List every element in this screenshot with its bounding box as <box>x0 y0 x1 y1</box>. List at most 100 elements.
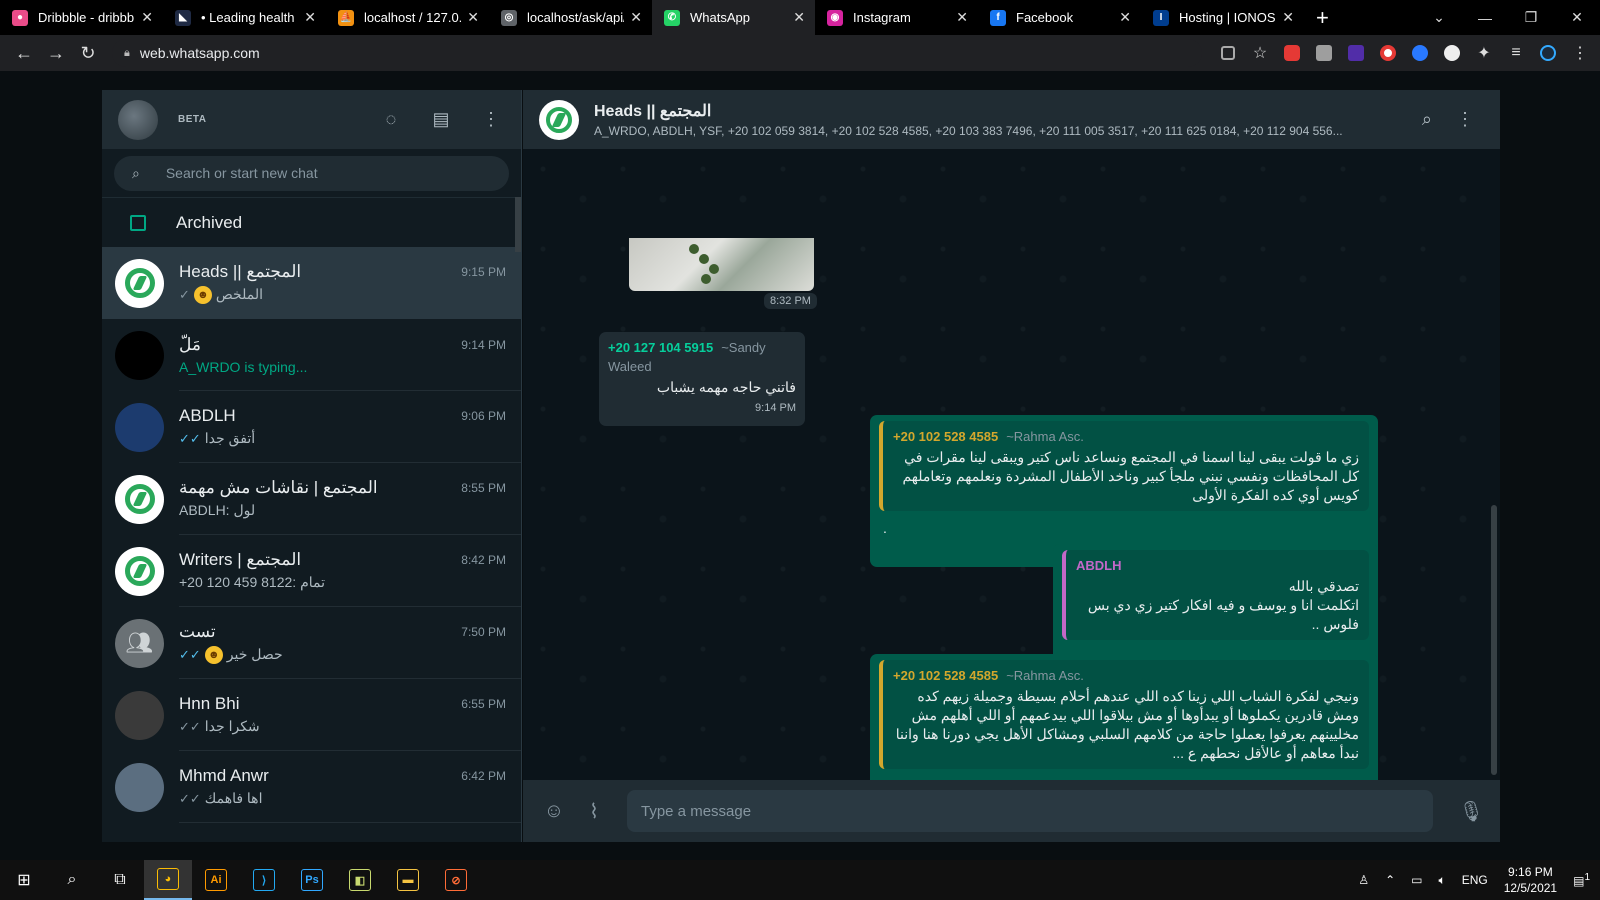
share-icon[interactable] <box>1212 46 1244 60</box>
network-icon[interactable]: ▭ <box>1411 873 1422 887</box>
tab-close-icon[interactable]: ✕ <box>141 9 153 26</box>
menu-dots-icon[interactable]: ⋮ <box>477 106 505 134</box>
chat-time: 9:14 PM <box>461 337 506 352</box>
tab-close-icon[interactable]: ✕ <box>793 9 805 26</box>
taskbar-app-photoshop[interactable]: Ps <box>288 860 336 900</box>
chat-list-item[interactable]: Hnn Bhi 6:55 PM ✓✓ شكرا جدا <box>102 679 521 751</box>
chat-list-item[interactable]: المجتمع | نقاشات مش مهمة 8:55 PM ABDLH: … <box>102 463 521 535</box>
window-controls: ⌄ — ❐ ✕ <box>1416 0 1600 35</box>
omnibox[interactable]: 🔒︎ web.whatsapp.com <box>112 39 1202 67</box>
new-chat-icon[interactable]: ▤ <box>427 106 455 134</box>
close-window-button[interactable]: ✕ <box>1554 9 1600 26</box>
language-indicator[interactable]: ENG <box>1462 873 1488 887</box>
messages-scrollbar[interactable] <box>1491 505 1497 775</box>
people-icon[interactable]: ♙ <box>1358 873 1369 887</box>
tab-close-icon[interactable]: ✕ <box>304 9 316 26</box>
profile-avatar[interactable] <box>118 99 158 140</box>
minimize-button[interactable]: — <box>1462 10 1508 26</box>
message-input[interactable] <box>627 790 1433 832</box>
reading-list-icon[interactable]: ≡ <box>1500 44 1532 62</box>
browser-tab[interactable]: ◉ Instagram ✕ <box>815 0 978 35</box>
group-avatar[interactable] <box>539 99 579 140</box>
chat-list-item[interactable]: 👥︎ تست 7:50 PM ✓✓ ☻ حصل خير <box>102 607 521 679</box>
taskbar-app-chrome[interactable]: ◕ <box>144 860 192 900</box>
tab-title: localhost/ask/api/c <box>527 10 625 25</box>
quoted-message[interactable]: ABDLH تصدقي بالله اتكلمت انا و يوسف و فيه… <box>1062 550 1369 640</box>
new-tab-button[interactable]: + <box>1304 5 1341 31</box>
emoji-icon[interactable]: ☺ <box>539 800 569 823</box>
taskbar-app-illustrator[interactable]: Ai <box>192 860 240 900</box>
message-bubble[interactable]: +20 127 104 5915 ~Sandy Waleed فاتني حاجه … <box>599 332 805 426</box>
forward-icon[interactable]: → <box>40 43 72 64</box>
notifications-icon[interactable]: ▤1 <box>1573 872 1590 888</box>
chat-time: 6:42 PM <box>461 769 506 783</box>
tab-close-icon[interactable]: ✕ <box>1119 9 1131 26</box>
white-extension-icon[interactable] <box>1436 45 1468 61</box>
attach-icon[interactable]: ⌇ <box>579 799 609 824</box>
chat-name: تست <box>179 621 216 641</box>
tab-close-icon[interactable]: ✕ <box>1282 9 1294 26</box>
tab-title: • Leading health pr <box>201 10 298 25</box>
chat-list-item[interactable]: Writers | المجتمع 8:42 PM +20 120 459 81… <box>102 535 521 607</box>
image-message[interactable] <box>629 238 814 291</box>
tab-favicon-icon: ◎ <box>501 9 517 26</box>
volume-icon[interactable]: 🔈︎ <box>1438 873 1445 888</box>
puzzle-icon[interactable]: ✦ <box>1468 43 1500 63</box>
conversation-menu-icon[interactable]: ⋮ <box>1456 109 1474 130</box>
taskbar-app-explorer[interactable]: ▬ <box>384 860 432 900</box>
taskbar-app-vscode[interactable]: ⟩ <box>240 860 288 900</box>
chat-list-item[interactable]: Heads || المجتمع 9:15 PM ✓ ☻ الملخص <box>102 247 521 319</box>
camera-extension-icon[interactable] <box>1308 45 1340 61</box>
start-button[interactable]: ⊞ <box>0 860 48 900</box>
tab-search-icon[interactable]: ⌄ <box>1416 9 1462 26</box>
browser-tab[interactable]: ● Dribbble - dribbble ✕ <box>0 0 163 35</box>
message-sender[interactable]: +20 102 528 4585 ~Rahma Asc. <box>893 666 1359 685</box>
archived-row[interactable]: Archived <box>102 198 521 247</box>
tray-chevron-icon[interactable]: ⌃ <box>1385 873 1395 887</box>
message-sender[interactable]: ABDLH <box>1076 556 1359 575</box>
chrome-menu-icon[interactable]: ⋮ <box>1564 43 1596 63</box>
browser-tab[interactable]: ✆ WhatsApp ✕ <box>652 0 815 35</box>
chat-last-message: ✓✓ أتفق جدا <box>179 430 506 447</box>
search-icon[interactable]: ⌕ <box>132 165 140 182</box>
chat-list-item[interactable]: مَلّ 9:14 PM A_WRDO is typing... <box>102 319 521 391</box>
chat-info: Writers | المجتمع 8:42 PM +20 120 459 81… <box>179 535 521 607</box>
chat-list-item[interactable]: ABDLH 9:06 PM ✓✓ أتفق جدا <box>102 391 521 463</box>
vscode-icon: ⟩ <box>253 869 275 891</box>
search-messages-icon[interactable]: ⌕ <box>1422 109 1432 130</box>
microphone-icon[interactable]: 🎙︎ <box>1459 799 1484 824</box>
restore-button[interactable]: ❐ <box>1508 9 1554 26</box>
chat-list-scrollbar[interactable] <box>515 197 521 252</box>
record-extension-icon[interactable] <box>1372 45 1404 61</box>
browser-tab[interactable]: ◣ • Leading health pr ✕ <box>163 0 326 35</box>
tab-close-icon[interactable]: ✕ <box>956 9 968 26</box>
task-view-icon[interactable]: ⧉ <box>96 860 144 900</box>
extension-dark-icon[interactable] <box>1340 45 1372 61</box>
quoted-message[interactable]: +20 102 528 4585 ~Rahma Asc. زي ما قولت يب… <box>879 421 1369 511</box>
taskbar-app-postman[interactable]: ⊘ <box>432 860 480 900</box>
adblock-icon[interactable] <box>1276 45 1308 61</box>
message-sender[interactable]: +20 102 528 4585 ~Rahma Asc. <box>893 427 1359 446</box>
taskbar-search-icon[interactable]: ⌕ <box>48 860 96 900</box>
chat-list-item[interactable]: Mhmd Anwr 6:42 PM ✓✓ اها فاهمك <box>102 751 521 823</box>
tab-close-icon[interactable]: ✕ <box>467 9 479 26</box>
status-icon[interactable]: ◌ <box>377 106 405 134</box>
message-sender[interactable]: +20 127 104 5915 ~Sandy Waleed <box>608 338 796 376</box>
bookmark-star-icon[interactable]: ☆ <box>1244 43 1276 63</box>
last-message-text: اها فاهمك <box>204 790 263 806</box>
quoted-message[interactable]: +20 102 528 4585 ~Rahma Asc. ونيجي لفكرة ا… <box>879 660 1369 769</box>
reload-icon[interactable]: ↻ <box>72 43 104 64</box>
browser-tab[interactable]: f Facebook ✕ <box>978 0 1141 35</box>
globe-extension-icon[interactable] <box>1404 45 1436 61</box>
browser-tab[interactable]: ◎ localhost/ask/api/c ✕ <box>489 0 652 35</box>
back-icon[interactable]: ← <box>8 43 40 64</box>
conversation-header[interactable]: Heads || المجتمع A_WRDO, ABDLH, YSF, +20… <box>523 90 1500 149</box>
tab-close-icon[interactable]: ✕ <box>630 9 642 26</box>
reply-text: . <box>883 520 887 536</box>
clock[interactable]: 9:16 PM 12/5/2021 <box>1504 864 1557 896</box>
browser-tab[interactable]: I Hosting | IONOS ✕ <box>1141 0 1304 35</box>
browser-tab[interactable]: ⛵ localhost / 127.0.0. ✕ <box>326 0 489 35</box>
search-input[interactable] <box>165 165 466 181</box>
profile-avatar-icon[interactable] <box>1532 45 1564 61</box>
taskbar-app-app[interactable]: ◧ <box>336 860 384 900</box>
